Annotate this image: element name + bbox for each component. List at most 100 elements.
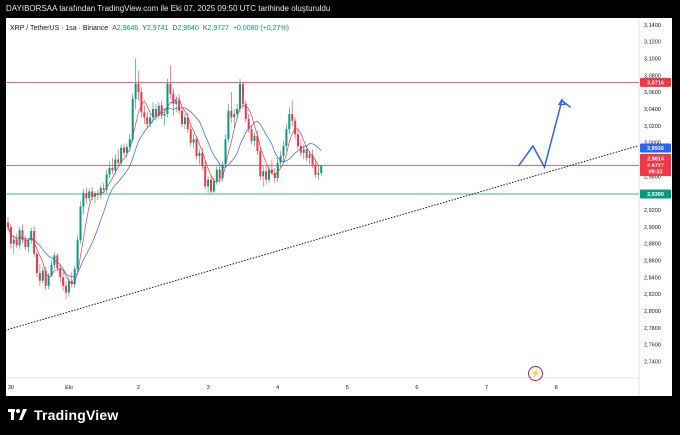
candle-body [302,149,305,153]
legend-close: 2,9727 [207,25,229,32]
candle-body [9,226,12,244]
candle-body [178,100,181,111]
y-tick-label: 3,1200 [644,40,661,46]
price-label: 2,9390 [647,192,664,198]
candlestick-chart[interactable]: 3,14003,12003,10003,08003,06003,04003,02… [6,18,672,396]
candle-body [230,110,233,118]
candle-body [146,117,149,125]
candle-body [41,270,44,281]
candle-body [140,92,143,113]
forecast-arrow-path [517,99,572,170]
candle-body [99,188,102,195]
price-label: 09:33 [648,170,662,176]
x-tick-label: 3 [207,385,210,391]
candle-body [273,172,276,179]
y-tick-label: 2,7800 [644,326,661,332]
candle-body [207,179,210,187]
candle-body [305,149,308,158]
candle-body [276,162,279,179]
candle-body [320,165,323,173]
candle-body [308,154,311,158]
candle-body [15,239,18,246]
x-tick-label: 8 [555,385,558,391]
candle-body [262,171,265,177]
y-tick-label: 3,0400 [644,107,661,113]
candle-body [108,167,111,175]
candle-body [24,239,27,248]
candle-body [210,179,212,192]
candle-body [201,152,204,167]
candle-body [175,100,178,104]
candle-body [7,222,9,227]
y-tick-label: 2,9200 [644,208,661,214]
price-label: 3,0716 [647,80,664,86]
candle-body [218,169,221,179]
candle-body [70,280,73,285]
candle-body [314,164,317,175]
candle-body [36,253,38,274]
candle-body [285,129,288,147]
candle-body [189,129,192,143]
candle-body [297,134,299,147]
x-tick-label: 6 [415,385,418,391]
y-tick-label: 3,1400 [644,23,661,29]
candle-body [21,230,24,240]
candle-body [166,83,169,115]
candle-body [192,139,195,143]
candle-body [123,147,125,153]
candle-body [82,193,85,207]
candle-body [270,169,273,173]
candle-body [172,93,175,104]
candle-body [65,285,67,293]
candle-body [204,166,207,187]
y-tick-label: 3,0200 [644,124,661,130]
y-tick-label: 2,8000 [644,309,661,315]
y-tick-label: 2,8800 [644,242,661,248]
candle-body [131,98,134,140]
y-tick-label: 2,8200 [644,292,661,298]
candle-body [247,119,250,130]
footer: TradingView [8,407,118,423]
candle-body [79,206,82,241]
candle-body [85,193,88,199]
candle-body [105,174,108,190]
y-tick-label: 2,8400 [644,275,661,281]
candle-body [163,114,166,116]
candle-body [56,255,59,269]
candle-body [186,117,189,130]
candle-body [181,110,183,125]
tradingview-brand: TradingView [34,407,119,423]
x-tick-label: Eki [65,385,73,391]
y-tick-label: 2,7400 [644,360,661,366]
candle-body [212,181,215,192]
legend-open: 2,9646 [116,25,139,32]
candle-body [291,114,294,121]
candle-body [30,231,33,241]
candle-body [317,172,320,175]
legend-symbol: XRP / TetherUS · 1sa · Binance [10,25,109,32]
candle-body [134,83,137,99]
lightning-icon[interactable]: ⚡ [528,366,543,381]
candle-body [198,152,201,157]
chart-area[interactable]: 3,1400 3,1200 3,1000 3,0800 3,0600 3,0400 3,02… [6,18,672,396]
y-tick-label: 3,1000 [644,56,661,62]
x-tick-label: 7 [485,385,488,391]
candle-body [215,169,218,182]
candle-body [111,167,114,171]
x-tick-label: 4 [276,385,279,391]
y-tick-label: 2,7600 [644,343,661,349]
chart-frame: DAYIBORSAA tarafından TradingView.com il… [0,0,680,435]
candle-body [224,139,227,165]
candle-body [47,275,50,286]
candle-body [233,114,236,118]
candle-body [259,151,262,177]
candle-body [12,239,15,244]
candle-body [241,83,244,104]
candle-body [149,117,152,125]
candle-body [137,83,140,93]
candle-body [125,146,128,153]
legend-high: 2,9741 [146,25,169,32]
legend-low: 2,9640 [177,25,199,32]
y-tick-label: 2,9000 [644,225,661,231]
candle-body [279,156,282,163]
